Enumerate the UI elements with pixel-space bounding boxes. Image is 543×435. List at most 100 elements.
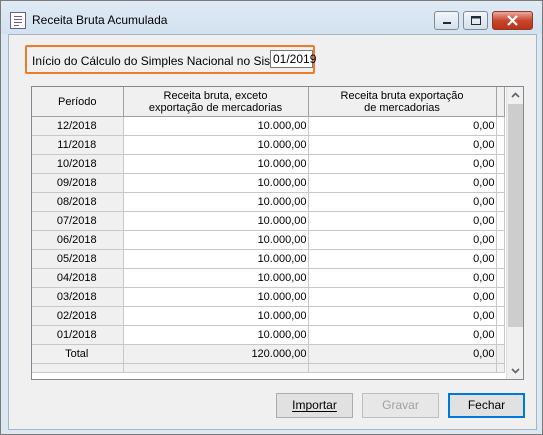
domestic-revenue-cell[interactable]: 10.000,00 xyxy=(123,268,309,288)
period-cell[interactable]: 02/2018 xyxy=(32,306,124,326)
domestic-revenue-cell[interactable]: 10.000,00 xyxy=(123,135,309,155)
table-row[interactable]: 05/2018 10.000,00 0,00 xyxy=(32,249,505,269)
header-export-revenue-text: Receita bruta exportação de mercadorias xyxy=(340,89,464,114)
scroll-down-button[interactable] xyxy=(507,362,523,379)
export-revenue-cell[interactable]: 0,00 xyxy=(308,211,497,231)
row-filler xyxy=(496,230,505,250)
export-revenue-cell[interactable]: 0,00 xyxy=(308,116,497,136)
blank-cell xyxy=(123,363,309,373)
period-cell[interactable]: 09/2018 xyxy=(32,173,124,193)
export-revenue-cell[interactable]: 0,00 xyxy=(308,154,497,174)
total-row[interactable]: Total 120.000,00 0,00 xyxy=(32,344,505,364)
period-cell[interactable]: 05/2018 xyxy=(32,249,124,269)
domestic-revenue-cell[interactable]: 10.000,00 xyxy=(123,230,309,250)
period-cell[interactable]: 10/2018 xyxy=(32,154,124,174)
total-label: Total xyxy=(32,344,124,364)
table-row[interactable]: 03/2018 10.000,00 0,00 xyxy=(32,287,505,307)
row-filler xyxy=(496,211,505,231)
close-dialog-button-label: Fechar xyxy=(467,398,506,412)
export-revenue-cell[interactable]: 0,00 xyxy=(308,249,497,269)
document-list-icon xyxy=(10,12,26,29)
header-domestic-revenue-text: Receita bruta, exceto exportação de merc… xyxy=(148,89,283,114)
table-row[interactable]: 11/2018 10.000,00 0,00 xyxy=(32,135,505,155)
table-row[interactable]: 09/2018 10.000,00 0,00 xyxy=(32,173,505,193)
chevron-down-icon xyxy=(511,368,520,374)
minimize-icon xyxy=(443,22,451,24)
domestic-revenue-cell[interactable]: 10.000,00 xyxy=(123,287,309,307)
export-revenue-cell[interactable]: 0,00 xyxy=(308,306,497,326)
row-filler xyxy=(496,325,505,345)
start-calculation-label: Início do Cálculo do Simples Nacional no… xyxy=(32,54,301,68)
minimize-button[interactable] xyxy=(434,11,459,30)
row-filler xyxy=(496,173,505,193)
revenue-grid[interactable]: Período Receita bruta, exceto exportação… xyxy=(31,86,524,380)
header-period[interactable]: Período xyxy=(32,87,124,117)
blank-cell xyxy=(496,363,505,373)
period-cell[interactable]: 04/2018 xyxy=(32,268,124,288)
maximize-icon xyxy=(471,16,481,25)
row-filler xyxy=(496,116,505,136)
row-filler xyxy=(496,268,505,288)
export-revenue-cell[interactable]: 0,00 xyxy=(308,287,497,307)
save-button[interactable]: Gravar xyxy=(362,393,439,418)
domestic-revenue-cell[interactable]: 10.000,00 xyxy=(123,116,309,136)
blank-cell xyxy=(32,363,124,373)
window-title: Receita Bruta Acumulada xyxy=(32,13,168,27)
close-icon xyxy=(507,15,518,26)
blank-row xyxy=(32,363,505,373)
table-row[interactable]: 12/2018 10.000,00 0,00 xyxy=(32,116,505,136)
start-calculation-group: Início do Cálculo do Simples Nacional no… xyxy=(25,45,316,74)
import-button[interactable]: Importar xyxy=(276,393,353,418)
period-cell[interactable]: 06/2018 xyxy=(32,230,124,250)
table-row[interactable]: 04/2018 10.000,00 0,00 xyxy=(32,268,505,288)
total-domestic: 120.000,00 xyxy=(123,344,309,364)
vertical-scrollbar[interactable] xyxy=(506,87,523,379)
period-cell[interactable]: 03/2018 xyxy=(32,287,124,307)
scroll-thumb[interactable] xyxy=(508,104,523,327)
start-calculation-input[interactable]: 01/2019 xyxy=(270,50,316,68)
period-cell[interactable]: 01/2018 xyxy=(32,325,124,345)
domestic-revenue-cell[interactable]: 10.000,00 xyxy=(123,249,309,269)
export-revenue-cell[interactable]: 0,00 xyxy=(308,230,497,250)
domestic-revenue-cell[interactable]: 10.000,00 xyxy=(123,325,309,345)
dialog-window: Receita Bruta Acumulada Início do Cálcul… xyxy=(0,0,543,435)
scroll-up-button[interactable] xyxy=(507,87,523,104)
export-revenue-cell[interactable]: 0,00 xyxy=(308,192,497,212)
period-cell[interactable]: 08/2018 xyxy=(32,192,124,212)
blank-cell xyxy=(308,363,497,373)
dialog-client-area: Início do Cálculo do Simples Nacional no… xyxy=(8,34,537,430)
table-row[interactable]: 01/2018 10.000,00 0,00 xyxy=(32,325,505,345)
close-button[interactable] xyxy=(492,11,533,30)
close-dialog-button[interactable]: Fechar xyxy=(448,393,525,418)
row-filler xyxy=(496,154,505,174)
period-cell[interactable]: 11/2018 xyxy=(32,135,124,155)
table-row[interactable]: 06/2018 10.000,00 0,00 xyxy=(32,230,505,250)
domestic-revenue-cell[interactable]: 10.000,00 xyxy=(123,192,309,212)
row-filler xyxy=(496,306,505,326)
domestic-revenue-cell[interactable]: 10.000,00 xyxy=(123,173,309,193)
export-revenue-cell[interactable]: 0,00 xyxy=(308,173,497,193)
row-filler xyxy=(496,192,505,212)
export-revenue-cell[interactable]: 0,00 xyxy=(308,268,497,288)
domestic-revenue-cell[interactable]: 10.000,00 xyxy=(123,211,309,231)
export-revenue-cell[interactable]: 0,00 xyxy=(308,325,497,345)
header-domestic-revenue[interactable]: Receita bruta, exceto exportação de merc… xyxy=(123,87,309,117)
table-row[interactable]: 10/2018 10.000,00 0,00 xyxy=(32,154,505,174)
import-button-label: Importar xyxy=(292,398,337,412)
table-row[interactable]: 08/2018 10.000,00 0,00 xyxy=(32,192,505,212)
title-bar[interactable]: Receita Bruta Acumulada xyxy=(1,1,542,34)
period-cell[interactable]: 12/2018 xyxy=(32,116,124,136)
domestic-revenue-cell[interactable]: 10.000,00 xyxy=(123,154,309,174)
domestic-revenue-cell[interactable]: 10.000,00 xyxy=(123,306,309,326)
table-row[interactable]: 02/2018 10.000,00 0,00 xyxy=(32,306,505,326)
header-export-revenue[interactable]: Receita bruta exportação de mercadorias xyxy=(308,87,497,117)
revenue-table: Período Receita bruta, exceto exportação… xyxy=(32,87,505,373)
export-revenue-cell[interactable]: 0,00 xyxy=(308,135,497,155)
save-button-label: Gravar xyxy=(382,398,419,412)
maximize-button[interactable] xyxy=(463,11,488,30)
period-cell[interactable]: 07/2018 xyxy=(32,211,124,231)
table-row[interactable]: 07/2018 10.000,00 0,00 xyxy=(32,211,505,231)
row-filler xyxy=(496,344,505,364)
total-export: 0,00 xyxy=(308,344,497,364)
row-filler xyxy=(496,249,505,269)
